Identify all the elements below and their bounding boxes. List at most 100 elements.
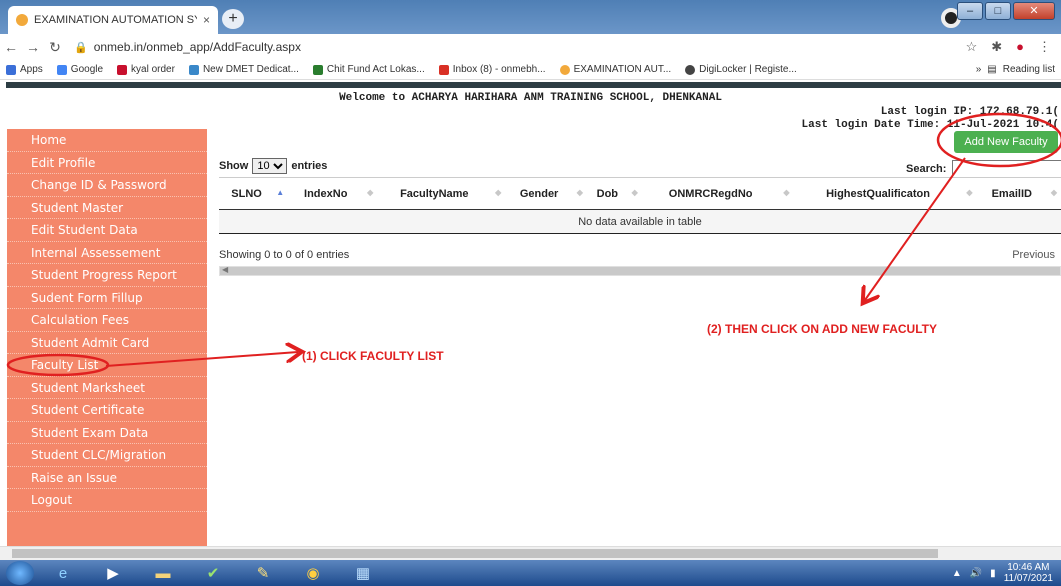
- table-search: Search:: [906, 160, 1061, 178]
- kyal-icon: [117, 64, 128, 75]
- windows-taskbar: e ▶ ▬ ✔ ✎ ◉ ▦ ▲ 🔊 ▮ 10:46 AM 11/07/2021: [0, 560, 1061, 586]
- show-entries-control: Show 10 entries: [219, 158, 327, 174]
- sidebar-item-student-master[interactable]: Student Master: [7, 197, 207, 219]
- sort-icon: ◆: [631, 188, 638, 197]
- maximize-button[interactable]: □: [985, 2, 1011, 20]
- close-window-button[interactable]: ✕: [1013, 2, 1055, 20]
- sort-icon: ◆: [783, 188, 790, 197]
- sidebar-item-change-id-password[interactable]: Change ID & Password: [7, 174, 207, 197]
- sidebar-item-student-marksheet[interactable]: Student Marksheet: [7, 377, 207, 399]
- bookmark-google[interactable]: Google: [56, 64, 103, 75]
- google-icon: [56, 64, 67, 75]
- media-player-icon[interactable]: ▶: [92, 561, 134, 585]
- entries-select[interactable]: 10: [252, 158, 288, 174]
- sidebar-item-logout[interactable]: Logout: [7, 489, 207, 512]
- annotation-step-2: (2) THEN CLICK ON ADD NEW FACULTY: [707, 322, 937, 336]
- url-text: onmeb.in/onmeb_app/AddFaculty.aspx: [93, 40, 301, 54]
- previous-page-button[interactable]: Previous: [1012, 249, 1055, 261]
- clock[interactable]: 10:46 AM 11/07/2021: [1004, 562, 1053, 584]
- welcome-text: Welcome to ACHARYA HARIHARA ANM TRAINING…: [339, 92, 722, 104]
- column-header-highestqualificaton[interactable]: HighestQualificaton ◆: [793, 177, 977, 210]
- reload-icon[interactable]: ↻: [44, 39, 66, 56]
- sidebar-item-edit-student-data[interactable]: Edit Student Data: [7, 219, 207, 242]
- scrollbar-thumb[interactable]: [12, 549, 938, 558]
- new-tab-button[interactable]: +: [222, 9, 244, 29]
- tab-close-icon[interactable]: ×: [203, 13, 210, 27]
- extensions-icon[interactable]: ✱: [991, 39, 1002, 55]
- site-favicon-icon: [16, 14, 28, 26]
- bookmark-examination[interactable]: EXAMINATION AUT...: [559, 64, 671, 75]
- sidebar-item-student-certificate[interactable]: Student Certificate: [7, 399, 207, 422]
- bookmark-chit-fund[interactable]: Chit Fund Act Lokas...: [312, 64, 425, 75]
- column-header-indexno[interactable]: IndexNo ◆: [288, 177, 378, 210]
- minimize-button[interactable]: –: [957, 2, 983, 20]
- add-new-faculty-button[interactable]: Add New Faculty: [954, 131, 1058, 153]
- extension-app-icon[interactable]: ●: [1016, 39, 1024, 55]
- window-controls: – □ ✕: [957, 2, 1055, 20]
- sort-asc-icon: ▲: [276, 188, 285, 197]
- sidebar-item-raise-an-issue[interactable]: Raise an Issue: [7, 467, 207, 489]
- bookmark-dmet[interactable]: New DMET Dedicat...: [188, 64, 299, 75]
- sidebar-menu: Home Edit Profile Change ID & Password S…: [7, 129, 207, 546]
- column-header-facultyname[interactable]: FacultyName ◆: [377, 177, 506, 210]
- bookmark-star-icon[interactable]: ☆: [966, 39, 978, 55]
- sidebar-item-edit-profile[interactable]: Edit Profile: [7, 152, 207, 174]
- apps-grid-icon: [6, 64, 16, 75]
- system-tray: ▲ 🔊 ▮ 10:46 AM 11/07/2021: [952, 562, 1061, 584]
- column-header-emailid[interactable]: EmailID ◆: [976, 177, 1061, 210]
- show-hidden-icons-icon[interactable]: ▲: [952, 568, 962, 579]
- publisher-icon[interactable]: ▦: [342, 561, 384, 585]
- sidebar-item-student-admit-card[interactable]: Student Admit Card: [7, 332, 207, 354]
- file-explorer-icon[interactable]: ▬: [142, 561, 184, 585]
- tab-title: EXAMINATION AUTOMATION SY: [34, 14, 197, 26]
- digilocker-icon: [685, 64, 696, 75]
- sidebar-item-calculation-fees[interactable]: Calculation Fees: [7, 309, 207, 332]
- internet-explorer-icon[interactable]: e: [42, 561, 84, 585]
- reading-list-icon[interactable]: ▤: [987, 64, 996, 75]
- sidebar-item-student-exam-data[interactable]: Student Exam Data: [7, 422, 207, 444]
- column-header-gender[interactable]: Gender ◆: [505, 177, 587, 210]
- sort-icon: ◆: [495, 188, 502, 197]
- network-icon[interactable]: ▮: [990, 568, 996, 579]
- column-header-dob[interactable]: Dob ◆: [586, 177, 642, 210]
- paint-icon[interactable]: ✔: [192, 561, 234, 585]
- scroll-left-icon[interactable]: ◀: [222, 265, 228, 274]
- address-bar: ← → ↻ 🔒 onmeb.in/onmeb_app/AddFaculty.as…: [0, 34, 1061, 60]
- table-horizontal-scrollbar[interactable]: ◀: [219, 265, 1061, 276]
- volume-icon[interactable]: 🔊: [970, 568, 982, 579]
- sort-icon: ◆: [367, 188, 374, 197]
- clock-time: 10:46 AM: [1007, 562, 1050, 573]
- sort-icon: ◆: [1050, 188, 1057, 197]
- header-divider: [6, 82, 1061, 88]
- more-bookmarks-icon[interactable]: »: [976, 64, 982, 75]
- dmet-icon: [188, 64, 199, 75]
- exam-favicon-icon: [559, 64, 570, 75]
- sidebar-item-student-progress-report[interactable]: Student Progress Report: [7, 264, 207, 287]
- search-input[interactable]: [952, 160, 1061, 178]
- browser-tab-bar: EXAMINATION AUTOMATION SY × + – □ ✕: [0, 0, 1061, 34]
- faculty-table: SLNO ▲ IndexNo ◆ FacultyName ◆ Gender ◆ Dob ◆…: [219, 177, 1061, 234]
- reading-list-label[interactable]: Reading list: [1003, 64, 1055, 75]
- column-header-slno[interactable]: SLNO ▲: [219, 177, 289, 210]
- sidebar-item-sudent-form-fillup[interactable]: Sudent Form Fillup: [7, 287, 207, 309]
- back-icon[interactable]: ←: [0, 39, 22, 55]
- forward-icon[interactable]: →: [22, 39, 44, 55]
- lock-icon: 🔒: [74, 41, 88, 54]
- url-field[interactable]: 🔒 onmeb.in/onmeb_app/AddFaculty.aspx: [74, 40, 966, 54]
- bookmark-apps[interactable]: Apps: [6, 64, 43, 75]
- sidebar-item-home[interactable]: Home: [7, 129, 207, 152]
- bookmark-inbox[interactable]: Inbox (8) - onmebh...: [438, 64, 546, 75]
- bookmark-digilocker[interactable]: DigiLocker | Registe...: [685, 64, 797, 75]
- tools-icon[interactable]: ✎: [242, 561, 284, 585]
- chrome-icon[interactable]: ◉: [292, 561, 334, 585]
- start-button[interactable]: [6, 561, 34, 585]
- page-horizontal-scrollbar[interactable]: [0, 546, 1061, 560]
- sidebar-item-student-clc-migration[interactable]: Student CLC/Migration: [7, 444, 207, 467]
- bookmark-kyal-order[interactable]: kyal order: [117, 64, 175, 75]
- menu-icon[interactable]: ⋮: [1038, 39, 1051, 55]
- sidebar-item-faculty-list[interactable]: Faculty List: [7, 354, 207, 377]
- column-header-onmrcregdno[interactable]: ONMRCRegdNo ◆: [641, 177, 794, 210]
- browser-tab[interactable]: EXAMINATION AUTOMATION SY ×: [8, 6, 218, 34]
- login-info: Last login IP: 172.68.79.1( Last login D…: [802, 106, 1059, 132]
- sidebar-item-internal-assessement[interactable]: Internal Assessement: [7, 242, 207, 264]
